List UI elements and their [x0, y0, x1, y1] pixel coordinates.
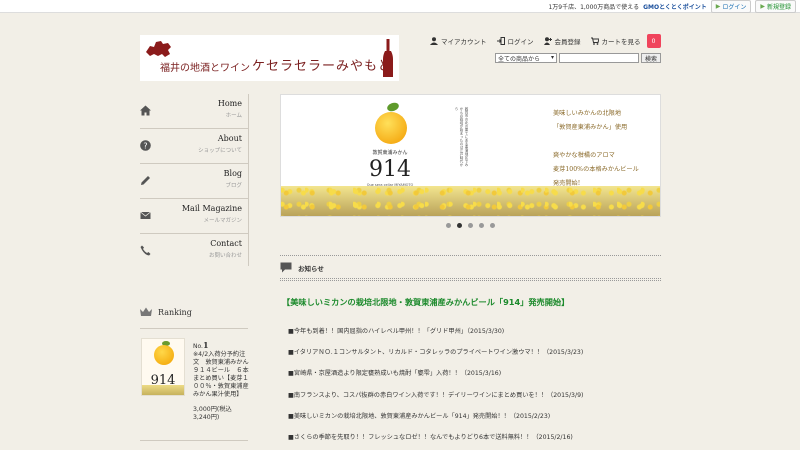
sidebar-item-subtitle: ショップについて: [198, 148, 242, 154]
pencil-icon: [141, 176, 150, 185]
user-icon: [430, 37, 438, 45]
sidebar-nav: Home ホーム ? About ショップについて Blog ブログ Mail …: [140, 94, 248, 269]
news-item[interactable]: ■イタリアＮＯ.１コンサルタント、リカルド・コタレッラのプライベートワイン激ウマ…: [288, 341, 660, 362]
search-category-select[interactable]: 全ての商品から ▾: [495, 53, 557, 63]
orange-illustration: [154, 345, 174, 365]
sidebar-divider: [248, 94, 249, 266]
search-bar: 全ての商品から ▾ 検索: [495, 53, 662, 63]
carousel-dot[interactable]: [468, 223, 473, 228]
hero-banner[interactable]: 敦賀東浦みかん 914 Que sera cellar MIYAMOTO 敦賀市…: [280, 94, 661, 217]
news-item[interactable]: ■今年も到着！！国内屈指のハイレベル甲州！！「グリド甲州」（2015/3/30): [288, 320, 660, 341]
cart-count-badge[interactable]: 0: [646, 34, 661, 48]
carousel-dot[interactable]: [446, 223, 451, 228]
carousel-dot[interactable]: [479, 223, 484, 228]
add-user-icon: [543, 37, 552, 45]
cart-link[interactable]: カートを見る: [590, 36, 641, 46]
search-input[interactable]: [559, 53, 639, 63]
my-account-link[interactable]: マイアカウント: [430, 36, 487, 46]
leaf-shape: [385, 101, 401, 113]
flower-illustration: [142, 385, 184, 395]
sidebar-item-blog[interactable]: Blog ブログ: [140, 164, 248, 199]
divider: [280, 255, 661, 256]
news-item[interactable]: ■宮崎県・京屋酒造より限定甕熟成いも焼酎「甕雫」入荷！！（2015/3/16): [288, 362, 660, 383]
sidebar-item-subtitle: お問い合わせ: [208, 253, 242, 259]
register-link[interactable]: 会員登録: [543, 36, 581, 46]
header-links: マイアカウント ログイン 会員登録 カートを見る 0: [430, 34, 661, 48]
ranking-product-name[interactable]: ※4/2入荷分予約注文 敦賀東浦みかん９１４ビール ６本まとめ買い【麦芽１００％…: [193, 351, 249, 399]
sidebar-item-contact[interactable]: Contact お問い合わせ: [140, 234, 248, 269]
logo-region-text: 福井の地酒とワイン: [160, 63, 250, 74]
top-bar: 1万9千店、1,000万商品で使える GMOとくとくポイント ▶ ログイン ▶ 新規…: [0, 0, 800, 13]
banner-number: 914: [369, 157, 411, 182]
sidebar-item-mail-magazine[interactable]: Mail Magazine メールマガジン: [140, 199, 248, 234]
orange-illustration: [375, 112, 407, 144]
phone-icon: [140, 245, 151, 256]
logo-shop-name: ケセラセラーみやもと: [252, 59, 392, 74]
sidebar-item-title: Mail Magazine: [181, 204, 242, 213]
divider: [140, 440, 248, 441]
arrow-icon: ▶: [715, 2, 721, 10]
divider: [280, 278, 661, 281]
news-item[interactable]: ■さくらの季節を先取り！！フレッシュなロゼ！！なんでもよりどり6本で送料無料！！…: [288, 426, 660, 447]
divider: [140, 328, 248, 329]
shop-logo[interactable]: 福井の地酒とワイン ケセラセラーみやもと: [140, 35, 399, 81]
sidebar-item-subtitle: ホーム: [225, 113, 242, 119]
news-list: ■今年も到着！！国内屈指のハイレベル甲州！！「グリド甲州」（2015/3/30)…: [288, 320, 660, 447]
carousel-dots: [446, 223, 495, 228]
banner-copy: 美味しいみかんの北限地 「敦賀産東浦みかん」使用 爽やかな柑橘のアロマ 麦芽10…: [553, 110, 639, 187]
ranking-product-image[interactable]: 914: [141, 338, 185, 396]
top-login-button[interactable]: ▶ ログイン: [710, 0, 752, 13]
banner-subtitle: 敦賀東浦みかん: [372, 150, 408, 156]
sidebar-item-title: Blog: [223, 169, 242, 178]
carousel-dot[interactable]: [490, 223, 495, 228]
news-item[interactable]: ■美味しいミカンの栽培北限地、敦賀東浦産みかんビール「914」発売開始！！（20…: [288, 405, 660, 426]
ranking-title: Ranking: [158, 307, 192, 317]
sidebar-item-about[interactable]: ? About ショップについて: [140, 129, 248, 164]
flower-illustration: [281, 186, 660, 216]
arrow-icon: ▶: [760, 2, 765, 10]
speech-bubble-icon: [280, 262, 292, 273]
sidebar-item-subtitle: メールマガジン: [203, 218, 242, 224]
sidebar-item-title: About: [217, 134, 242, 143]
crown-icon: [140, 307, 152, 316]
chevron-down-icon: ▾: [550, 54, 554, 61]
news-header: お知らせ: [280, 262, 324, 273]
fukui-map-icon: [146, 41, 171, 57]
ranking-product-price: 3,000円(税込3,240円): [193, 406, 232, 421]
wine-bottle-icon: [383, 39, 393, 77]
store-count-text: 1万9千店、1,000万商品で使える: [548, 3, 640, 11]
sidebar-item-title: Home: [217, 99, 242, 108]
svg-text:?: ?: [143, 141, 147, 150]
cart-icon: [590, 37, 599, 45]
login-icon: [496, 37, 505, 45]
carousel-dot-active[interactable]: [457, 223, 462, 228]
login-link[interactable]: ログイン: [496, 36, 534, 46]
sidebar-item-home[interactable]: Home ホーム: [140, 94, 248, 129]
mail-icon: [140, 211, 151, 219]
home-icon: [140, 105, 151, 116]
news-headline[interactable]: 【美味しいミカンの栽培北限地・敦賀東浦産みかんビール「914」発売開始】: [282, 296, 569, 308]
sidebar-item-subtitle: ブログ: [225, 183, 242, 189]
news-item[interactable]: ■南フランスより、コスパ抜群の赤白ワイン入荷です！！デイリーワインにまとめ買いを…: [288, 384, 660, 405]
search-button[interactable]: 検索: [641, 53, 662, 63]
rank-number: No.1: [193, 340, 209, 350]
top-register-button[interactable]: ▶ 新規登録: [755, 0, 796, 13]
question-icon: ?: [140, 140, 151, 151]
ranking-header: Ranking: [140, 303, 248, 321]
banner-vertical-text: 敦賀市の北の果てにある東浦地区でみかんの栽培が始まったのは江戸時代から: [455, 107, 469, 167]
sidebar-item-title: Contact: [210, 239, 242, 248]
gmo-point-badge[interactable]: GMOとくとくポイント: [643, 2, 707, 11]
news-title: お知らせ: [298, 264, 324, 273]
